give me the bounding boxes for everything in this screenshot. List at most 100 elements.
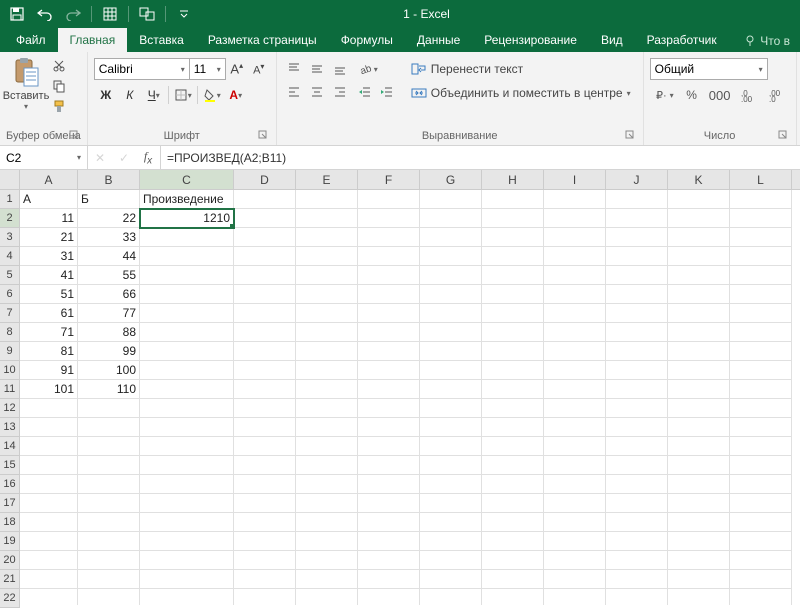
cell[interactable] <box>730 209 792 228</box>
cell[interactable] <box>140 475 234 494</box>
number-format-combo[interactable]: Общий▾ <box>650 58 768 80</box>
cell[interactable]: 22 <box>78 209 140 228</box>
cell[interactable] <box>730 494 792 513</box>
row-header[interactable]: 11 <box>0 380 19 399</box>
cell[interactable] <box>296 209 358 228</box>
cell[interactable] <box>544 456 606 475</box>
cell[interactable] <box>606 228 668 247</box>
cell[interactable] <box>140 380 234 399</box>
cell[interactable] <box>140 304 234 323</box>
cell[interactable]: 101 <box>20 380 78 399</box>
row-header[interactable]: 17 <box>0 494 19 513</box>
quick-table-button[interactable] <box>97 2 123 26</box>
orientation-button[interactable]: ab▾ <box>355 58 399 80</box>
cell[interactable] <box>20 418 78 437</box>
cell[interactable] <box>234 399 296 418</box>
cell[interactable] <box>20 589 78 605</box>
cell[interactable] <box>358 380 420 399</box>
cell[interactable] <box>668 418 730 437</box>
cell[interactable] <box>420 209 482 228</box>
cell[interactable] <box>296 513 358 532</box>
cell[interactable] <box>420 190 482 209</box>
tab-рецензирование[interactable]: Рецензирование <box>472 28 589 52</box>
cell[interactable] <box>296 570 358 589</box>
cell[interactable] <box>606 494 668 513</box>
cell[interactable] <box>20 475 78 494</box>
font-size-combo[interactable]: 11▾ <box>190 58 226 80</box>
cell[interactable] <box>730 285 792 304</box>
tab-вид[interactable]: Вид <box>589 28 635 52</box>
decrease-decimal-button[interactable]: ,00,0 <box>762 84 790 106</box>
cell[interactable] <box>234 323 296 342</box>
increase-indent-button[interactable] <box>377 81 399 103</box>
row-header[interactable]: 6 <box>0 285 19 304</box>
cell[interactable] <box>544 323 606 342</box>
cell[interactable] <box>668 323 730 342</box>
cell[interactable] <box>482 342 544 361</box>
row-header[interactable]: 4 <box>0 247 19 266</box>
cell[interactable] <box>482 361 544 380</box>
dialog-launcher-icon[interactable] <box>69 130 81 142</box>
column-header[interactable]: E <box>296 170 358 189</box>
row-header[interactable]: 22 <box>0 589 19 608</box>
cell[interactable]: 11 <box>20 209 78 228</box>
cell[interactable] <box>358 209 420 228</box>
cell[interactable] <box>234 304 296 323</box>
cell[interactable] <box>358 551 420 570</box>
cell[interactable] <box>606 570 668 589</box>
cell[interactable] <box>482 475 544 494</box>
cell[interactable] <box>606 285 668 304</box>
cell[interactable] <box>420 323 482 342</box>
cell[interactable] <box>234 361 296 380</box>
cell[interactable] <box>730 228 792 247</box>
align-left-button[interactable] <box>283 81 305 103</box>
cell[interactable] <box>140 570 234 589</box>
cell[interactable] <box>420 475 482 494</box>
cell[interactable] <box>78 475 140 494</box>
cell[interactable] <box>482 399 544 418</box>
cell[interactable] <box>668 380 730 399</box>
cell[interactable]: Произведение <box>140 190 234 209</box>
save-button[interactable] <box>4 2 30 26</box>
cell[interactable] <box>234 437 296 456</box>
cell[interactable] <box>482 589 544 605</box>
cell[interactable] <box>140 361 234 380</box>
cell[interactable] <box>482 570 544 589</box>
cell[interactable] <box>296 418 358 437</box>
cell[interactable] <box>668 532 730 551</box>
cell[interactable]: 99 <box>78 342 140 361</box>
cell[interactable] <box>358 266 420 285</box>
row-header[interactable]: 21 <box>0 570 19 589</box>
cell[interactable] <box>606 456 668 475</box>
cell[interactable] <box>358 437 420 456</box>
cell[interactable] <box>606 551 668 570</box>
row-header[interactable]: 2 <box>0 209 19 228</box>
cell[interactable] <box>140 247 234 266</box>
qat-customize-button[interactable] <box>171 2 197 26</box>
cell[interactable] <box>606 475 668 494</box>
cell[interactable]: 77 <box>78 304 140 323</box>
cell[interactable] <box>234 570 296 589</box>
align-center-button[interactable] <box>306 81 328 103</box>
cell[interactable] <box>420 589 482 605</box>
cancel-formula-button[interactable]: ✕ <box>88 151 112 165</box>
cell[interactable] <box>544 285 606 304</box>
column-header[interactable]: H <box>482 170 544 189</box>
cell[interactable] <box>358 513 420 532</box>
cell[interactable] <box>20 437 78 456</box>
cell[interactable] <box>78 399 140 418</box>
cell[interactable] <box>420 437 482 456</box>
cell[interactable] <box>544 475 606 494</box>
cell[interactable] <box>296 551 358 570</box>
redo-button[interactable] <box>60 2 86 26</box>
row-header[interactable]: 8 <box>0 323 19 342</box>
cell[interactable] <box>730 323 792 342</box>
cell[interactable] <box>730 532 792 551</box>
percent-format-button[interactable]: % <box>678 84 706 106</box>
cell[interactable]: 71 <box>20 323 78 342</box>
cell[interactable] <box>420 361 482 380</box>
cell[interactable] <box>482 494 544 513</box>
row-header[interactable]: 20 <box>0 551 19 570</box>
dialog-launcher-icon[interactable] <box>625 130 637 142</box>
cell[interactable] <box>20 399 78 418</box>
